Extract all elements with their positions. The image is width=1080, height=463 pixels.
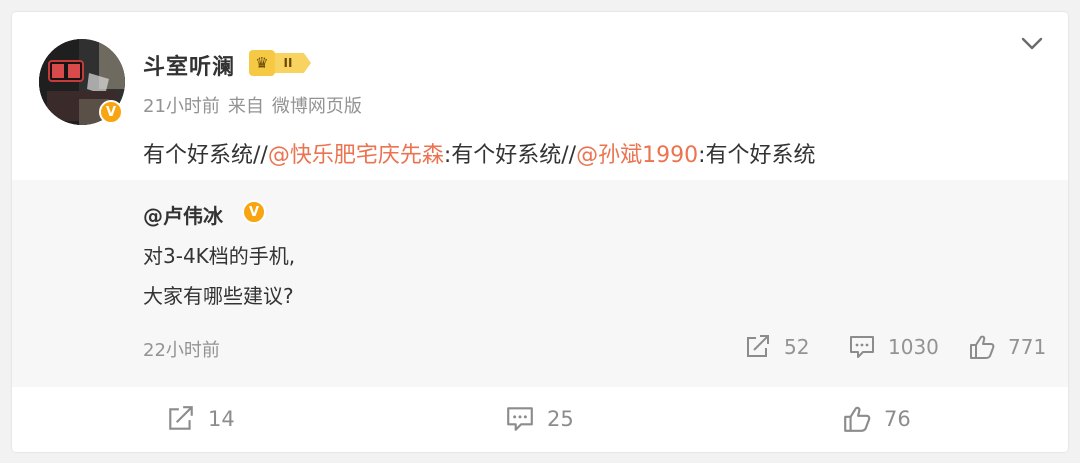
post-text-part: :有个好系统// [443,143,577,168]
comment-count: 25 [547,407,574,431]
forward-button[interactable]: 14 [166,405,235,433]
comment-button[interactable]: 25 [505,405,574,433]
source-prefix: 来自 [227,96,264,117]
rank-label: II [271,53,311,73]
crown-icon: ♛ [249,50,275,76]
verified-badge-icon: V [242,200,266,224]
reposted-content[interactable]: @卢伟冰 V 对3-4K档的手机, 大家有哪些建议? 22小时前 52 1030 [12,180,1068,387]
repost-forward-button[interactable]: 52 [744,334,809,360]
forward-icon [169,406,193,430]
repost-text-line: 大家有哪些建议? [143,284,294,308]
verified-badge-icon: V [99,100,123,124]
like-count: 76 [884,407,911,431]
repost-time[interactable]: 22小时前 [143,336,220,362]
repost-like-button[interactable]: 771 [968,334,1046,360]
mention-link[interactable]: @孙斌1990 [576,143,698,168]
like-button[interactable]: 76 [842,405,911,433]
weibo-post-card: V 斗室听澜 ♛ II 21小时前 来自 微博网页版 有个好系统//@快乐肥宅庆先森… [12,12,1068,452]
like-count: 771 [1008,335,1047,359]
repost-text-line: 对3-4K档的手机, [143,244,296,268]
forward-count: 14 [208,407,235,431]
rank-badge[interactable]: ♛ II [249,50,311,76]
repost-comment-button[interactable]: 1030 [848,334,939,360]
post-text-part: 有个好系统// [143,143,268,168]
mention-link[interactable]: @快乐肥宅庆先森 [268,143,444,168]
repost-author[interactable]: @卢伟冰 [143,200,223,229]
comment-count: 1030 [888,335,939,359]
forward-icon [747,335,769,357]
comment-icon [507,407,533,431]
post-text: 有个好系统//@快乐肥宅庆先森:有个好系统//@孙斌1990:有个好系统 [143,137,816,169]
post-meta: 21小时前 来自 微博网页版 [143,92,370,118]
post-time[interactable]: 21小时前 [143,96,220,117]
like-icon [844,406,871,432]
comment-icon [850,336,874,358]
username[interactable]: 斗室听澜 [143,49,235,81]
post-text-part: :有个好系统 [698,143,816,168]
forward-count: 52 [784,335,810,359]
like-icon [970,335,995,359]
post-source[interactable]: 微博网页版 [272,96,362,117]
chevron-down-icon[interactable] [1020,32,1044,56]
